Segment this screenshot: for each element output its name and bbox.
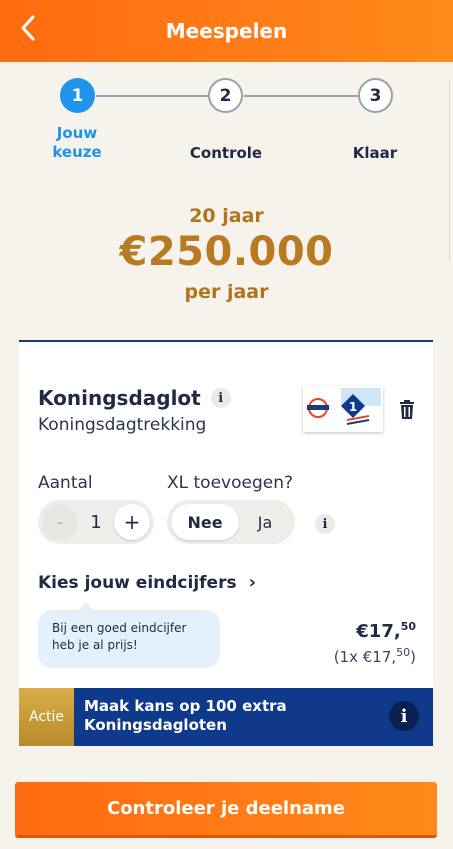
prize-years: 20 jaar: [189, 205, 264, 227]
info-icon[interactable]: i: [210, 388, 231, 408]
total-price-euros: €17,: [356, 621, 401, 642]
total-price-cents: 50: [400, 620, 416, 633]
step-connector: [96, 95, 208, 97]
check-participation-button[interactable]: Controleer je deelname: [15, 782, 437, 838]
xl-toggle: Nee Ja: [167, 500, 295, 544]
step-1-label-line1: Jouw: [56, 124, 98, 142]
page-title: Meespelen: [165, 19, 288, 43]
unit-price-close: ): [410, 648, 416, 666]
info-icon[interactable]: i: [315, 514, 335, 534]
choose-end-digits-link[interactable]: Kies jouw eindcijfers ›: [38, 572, 256, 593]
unit-price: (1x €17,50): [334, 646, 416, 666]
back-button[interactable]: [18, 14, 44, 46]
quantity-value: 1: [90, 511, 102, 533]
unit-price-cents: 50: [396, 646, 411, 659]
chevron-left-icon: [21, 15, 35, 41]
decrement-button[interactable]: -: [42, 504, 78, 540]
product-title: Koningsdaglot i: [38, 386, 231, 410]
quantity-label: Aantal: [38, 473, 93, 493]
ticket-graphic: 1: [303, 386, 383, 432]
step-1-label: Jouw keuze: [40, 124, 114, 162]
prize-per: per jaar: [184, 281, 269, 303]
ticket-badge-number: 1: [349, 400, 357, 414]
product-card: Koningsdaglot i Koningsdagtrekking 1 Aan…: [19, 340, 433, 746]
step-1-label-line2: keuze: [52, 143, 102, 161]
hint-bubble: Bij een goed eindcijfer heb je al prijs!: [38, 602, 220, 668]
ticket-image: 1: [303, 386, 383, 432]
choose-end-digits-label: Kies jouw eindcijfers: [38, 572, 237, 593]
promo-badge: Actie: [19, 688, 74, 746]
prize-summary: 20 jaar €250.000 per jaar: [0, 205, 453, 303]
promo-body: Maak kans op 100 extra Koningsdagloten i: [74, 688, 433, 746]
toggle-ja[interactable]: Ja: [239, 504, 291, 540]
total-price: €17,50: [334, 620, 416, 642]
prize-amount: €250.000: [119, 229, 334, 275]
promo-text: Maak kans op 100 extra Koningsdagloten: [84, 697, 287, 734]
trash-icon: [400, 400, 414, 419]
info-icon[interactable]: i: [389, 701, 419, 731]
progress-stepper: 1 2 3 Jouw keuze Controle Klaar: [0, 78, 453, 168]
step-1-circle: 1: [60, 78, 95, 113]
step-connector: [244, 95, 358, 97]
chevron-right-icon: ›: [248, 572, 257, 593]
step-3-label: Klaar: [352, 144, 398, 162]
price-summary: €17,50 (1x €17,50): [334, 620, 416, 666]
toggle-nee[interactable]: Nee: [171, 504, 239, 540]
xl-label: XL toevoegen?: [167, 473, 294, 493]
unit-price-euros: (1x €17,: [333, 648, 397, 666]
delete-button[interactable]: [399, 400, 415, 420]
promo-banner[interactable]: Actie Maak kans op 100 extra Koningsdagl…: [19, 688, 433, 746]
product-title-text: Koningsdaglot: [38, 386, 201, 410]
header: Meespelen: [0, 0, 453, 62]
step-3-circle: 3: [358, 78, 393, 113]
step-2-circle: 2: [208, 78, 243, 113]
product-subtitle: Koningsdagtrekking: [38, 415, 207, 435]
step-2-label: Controle: [189, 144, 263, 162]
increment-button[interactable]: +: [113, 504, 150, 540]
quantity-stepper: - 1 +: [38, 500, 154, 544]
